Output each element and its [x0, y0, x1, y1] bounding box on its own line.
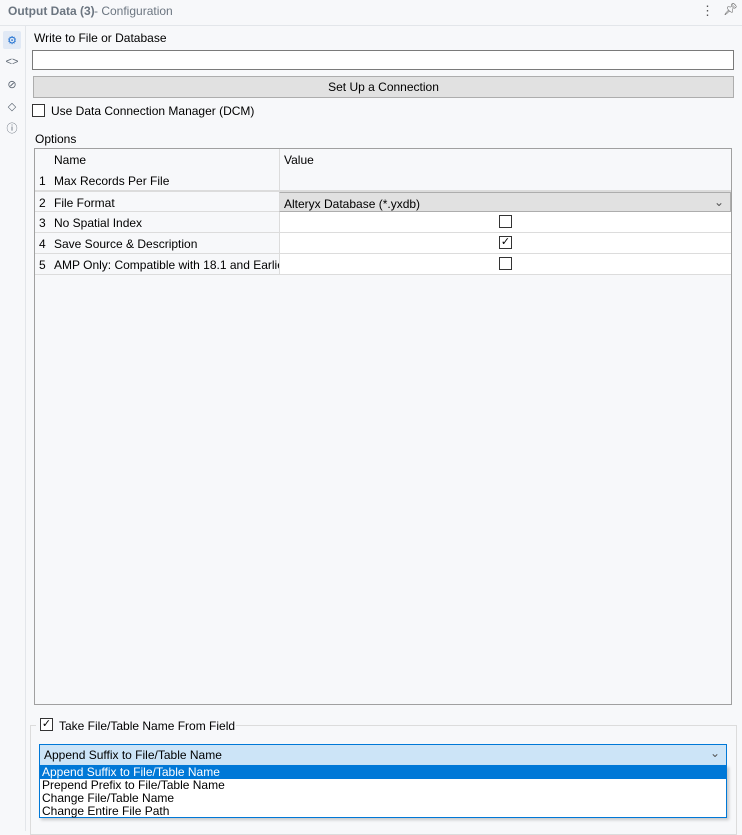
- take-name-label: Take File/Table Name From Field: [59, 719, 236, 733]
- chevron-down-icon: ⌄: [713, 195, 724, 209]
- table-row: 1 Max Records Per File: [35, 170, 731, 191]
- save-source-checkbox[interactable]: ✓: [499, 236, 512, 249]
- more-vertical-icon[interactable]: ⋮: [701, 3, 714, 19]
- no-spatial-index-checkbox[interactable]: [499, 215, 512, 228]
- help-icon[interactable]: ⓘ: [3, 119, 21, 137]
- pin-icon[interactable]: 📌︎: [723, 2, 738, 16]
- dcm-label: Use Data Connection Manager (DCM): [51, 104, 255, 118]
- tag-icon[interactable]: ◇: [3, 97, 21, 115]
- side-rail: ⚙ <> ⊘ ◇ ⓘ: [0, 26, 26, 831]
- panel-title: Output Data (3): [8, 4, 95, 18]
- setup-connection-button[interactable]: Set Up a Connection: [33, 76, 734, 98]
- write-label: Write to File or Database: [34, 31, 167, 45]
- max-records-input[interactable]: [279, 170, 731, 190]
- grid-header: Name Value: [35, 149, 731, 191]
- gear-icon[interactable]: ⚙: [3, 31, 21, 49]
- options-grid: Name Value 1 Max Records Per File 2 File…: [34, 148, 732, 705]
- option-change-path[interactable]: Change Entire File Path: [40, 805, 726, 818]
- col-name-header: Name: [54, 153, 87, 167]
- path-input[interactable]: [32, 50, 734, 70]
- col-value-header: Value: [284, 153, 314, 167]
- chevron-down-icon: ⌄: [709, 746, 720, 760]
- options-label: Options: [35, 132, 77, 146]
- mode-select[interactable]: Append Suffix to File/Table Name ⌄: [39, 744, 727, 766]
- mode-dropdown-list: Append Suffix to File/Table Name Prepend…: [39, 765, 727, 818]
- arrow-circle-icon[interactable]: ⊘: [3, 75, 21, 93]
- code-icon[interactable]: <>: [3, 53, 21, 71]
- panel-subtitle: - Configuration: [94, 4, 173, 18]
- table-row: 5 AMP Only: Compatible with 18.1 and Ear…: [35, 254, 731, 275]
- take-name-checkbox[interactable]: ✓: [40, 718, 53, 731]
- amp-only-checkbox[interactable]: [499, 257, 512, 270]
- table-row: 3 No Spatial Index: [35, 212, 731, 233]
- table-row: 4 Save Source & Description ✓: [35, 233, 731, 254]
- panel-header: Output Data (3) - Configuration ⋮ 📌︎: [0, 0, 742, 26]
- table-row: 2 File Format Alteryx Database (*.yxdb) …: [35, 191, 731, 212]
- file-format-select[interactable]: Alteryx Database (*.yxdb) ⌄: [279, 192, 731, 212]
- dcm-checkbox[interactable]: [32, 104, 45, 117]
